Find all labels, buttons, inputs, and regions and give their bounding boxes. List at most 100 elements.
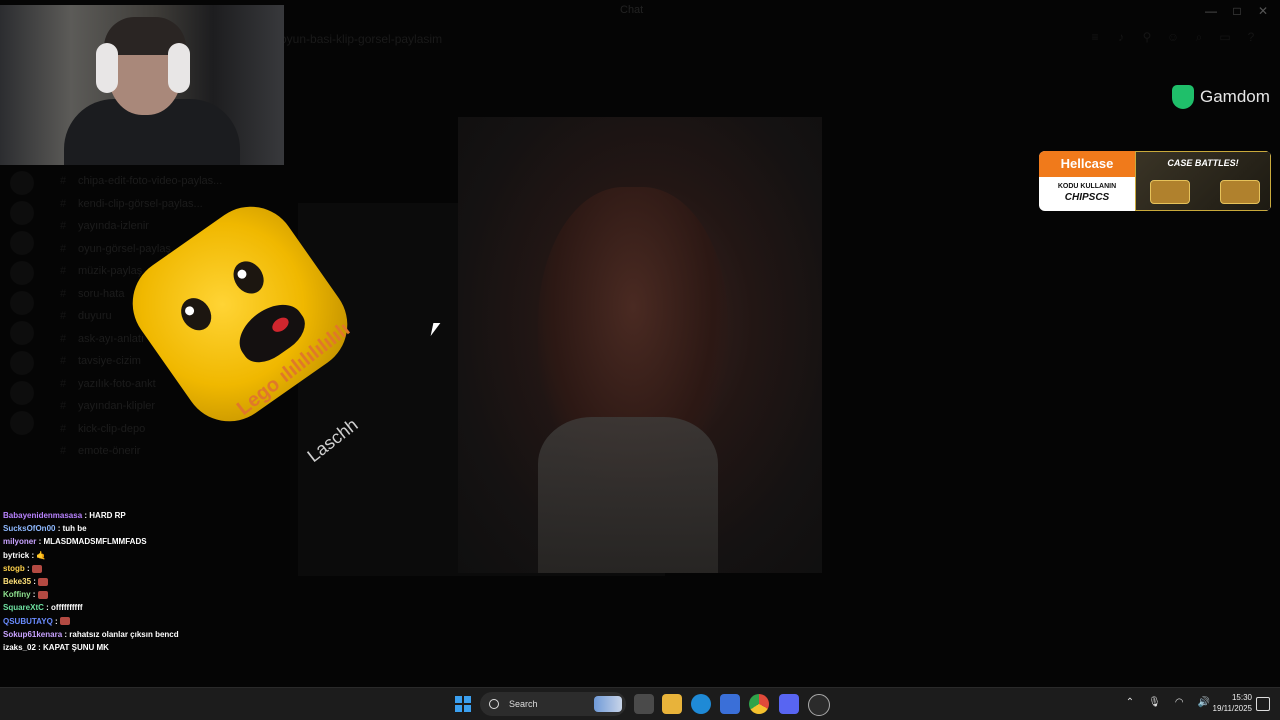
chat-separator: : <box>52 616 60 626</box>
chat-message: QSUBUTAYQ : <box>3 615 293 628</box>
taskbar-search[interactable]: Search <box>480 692 626 716</box>
channel-item[interactable]: # chipa-edit-foto-video-paylas... <box>60 175 222 198</box>
chat-message: SucksOfOn00 : tuh be <box>3 522 293 535</box>
gamdom-logo: Gamdom <box>1172 82 1280 112</box>
hash-icon: # <box>60 422 67 435</box>
chat-text: HARD RP <box>89 511 126 520</box>
microphone-icon[interactable]: 🎙 <box>1148 697 1161 708</box>
channel-label: chipa-edit-foto-video-paylas... <box>78 175 223 187</box>
clock-date: 19/11/2025 <box>1212 704 1252 713</box>
headphone-icon <box>168 43 190 93</box>
channel-label: müzik-paylaş <box>78 265 143 277</box>
chat-separator: : <box>31 576 39 586</box>
wifi-icon[interactable]: ◠ <box>1175 697 1184 708</box>
header-icons: ≡ ♪ ⚲ ☺ ⌕ ▭ ? <box>1086 30 1260 48</box>
image-viewer-photo[interactable] <box>458 117 822 573</box>
threads-icon[interactable]: ≡ <box>1086 30 1104 48</box>
volume-icon[interactable]: 🔊 <box>1198 697 1210 708</box>
help-icon[interactable]: ? <box>1242 30 1260 48</box>
channel-label: kendi-clip-görsel-paylas... <box>78 197 203 210</box>
channel-label: kick-clip-depo <box>78 422 146 435</box>
hellcase-code-panel: Hellcase KODU KULLANIN CHIPSCS <box>1039 151 1135 211</box>
chat-message: Beke35 : <box>3 575 293 588</box>
chat-text: rahatsız olanlar çıksın bencd <box>69 629 179 639</box>
hellcase-brand: Hellcase <box>1039 151 1135 177</box>
server-icon[interactable] <box>10 231 34 255</box>
server-icon[interactable] <box>10 321 34 345</box>
taskbar-clock[interactable]: 15:30 19/11/2025 <box>1213 692 1252 714</box>
server-list <box>10 165 40 441</box>
system-tray: ⌃ 🎙 ◠ 🔊 <box>1126 697 1210 708</box>
channel-label: oyun-görsel-paylaş <box>78 242 171 255</box>
chat-username: milyoner <box>3 537 37 547</box>
channel-label: yazılık-foto-ankt <box>78 377 156 390</box>
app-icon[interactable] <box>808 694 830 716</box>
channel-label: tavsiye-cizim <box>78 355 141 367</box>
chat-message: Babayenidenmasasa : HARD RP <box>3 509 293 522</box>
hash-icon: # <box>60 175 67 187</box>
hash-icon: # <box>60 197 67 210</box>
hellcase-promo: CASE BATTLES! <box>1135 151 1271 211</box>
case-battles-title: CASE BATTLES! <box>1167 158 1239 168</box>
server-icon[interactable] <box>10 171 34 195</box>
chat-username: Sokup61kenara <box>3 629 63 639</box>
hash-icon: # <box>60 332 67 345</box>
chat-username: Koffiny <box>3 590 31 600</box>
members-icon[interactable]: ☺ <box>1164 30 1182 48</box>
channel-label: yayından-klipler <box>78 400 156 412</box>
clock-time: 15:30 <box>1231 693 1252 702</box>
task-view-icon[interactable] <box>634 694 654 714</box>
hash-icon: # <box>60 445 67 457</box>
chat-text: tuh be <box>62 524 87 534</box>
channel-item[interactable]: # kick-clip-depo <box>60 423 222 446</box>
chat-message: bytrick : 🤙 <box>3 549 293 562</box>
channel-item[interactable]: # kendi-clip-görsel-paylas... <box>60 198 222 221</box>
edge-icon[interactable] <box>691 694 711 714</box>
hash-icon: # <box>60 287 67 300</box>
file-explorer-icon[interactable] <box>662 694 682 714</box>
webcam-overlay <box>0 5 284 165</box>
search-icon <box>489 699 499 709</box>
hellcase-code-label: KODU KULLANIN <box>1057 183 1117 190</box>
windows-start-icon[interactable] <box>455 696 471 712</box>
chevron-up-icon[interactable]: ⌃ <box>1126 697 1134 708</box>
chat-username: Babayenidenmasasa <box>3 511 83 520</box>
headphone-icon <box>96 43 118 93</box>
gamdom-icon <box>1172 85 1194 109</box>
server-icon[interactable] <box>10 261 34 285</box>
chest-icon <box>1220 180 1260 204</box>
server-icon[interactable] <box>10 201 34 225</box>
chat-message: stogb : <box>3 562 293 575</box>
server-icon[interactable] <box>10 291 34 315</box>
chat-text: MLASDMADSMFLMMFADS <box>43 537 147 547</box>
search-icon[interactable]: ⌕ <box>1190 30 1208 48</box>
chat-username: SquareXtC <box>3 603 44 613</box>
emote-icon <box>37 591 48 600</box>
chrome-icon[interactable] <box>749 694 769 714</box>
chat-username: Beke35 <box>3 576 32 586</box>
bell-icon[interactable]: ♪ <box>1112 30 1130 48</box>
inbox-icon[interactable]: ▭ <box>1216 30 1234 48</box>
maximize-button[interactable]: □ <box>1226 2 1248 20</box>
emote-icon <box>59 617 70 626</box>
server-icon[interactable] <box>10 351 34 375</box>
minimize-button[interactable]: — <box>1200 2 1222 20</box>
server-icon[interactable] <box>10 381 34 405</box>
close-button[interactable]: ✕ <box>1252 2 1274 20</box>
hash-icon: # <box>60 242 67 255</box>
search-highlight-image <box>594 696 622 712</box>
pin-icon[interactable]: ⚲ <box>1138 30 1156 48</box>
discord-icon[interactable] <box>779 694 799 714</box>
channel-item[interactable]: # emote-önerir <box>60 445 222 468</box>
store-icon[interactable] <box>720 694 740 714</box>
channel-label: emote-önerir <box>78 445 141 457</box>
window-controls: — □ ✕ <box>1200 2 1274 20</box>
hash-icon: # <box>60 377 67 390</box>
server-icon[interactable] <box>10 411 34 435</box>
chat-message: milyoner : MLASDMADSMFLMMFADS <box>3 535 293 548</box>
window-title: Chat <box>620 4 644 16</box>
emote-icon <box>38 577 49 586</box>
notification-icon[interactable] <box>1256 697 1270 711</box>
chat-username: izaks_02 <box>3 642 36 652</box>
chest-icon <box>1150 180 1190 204</box>
